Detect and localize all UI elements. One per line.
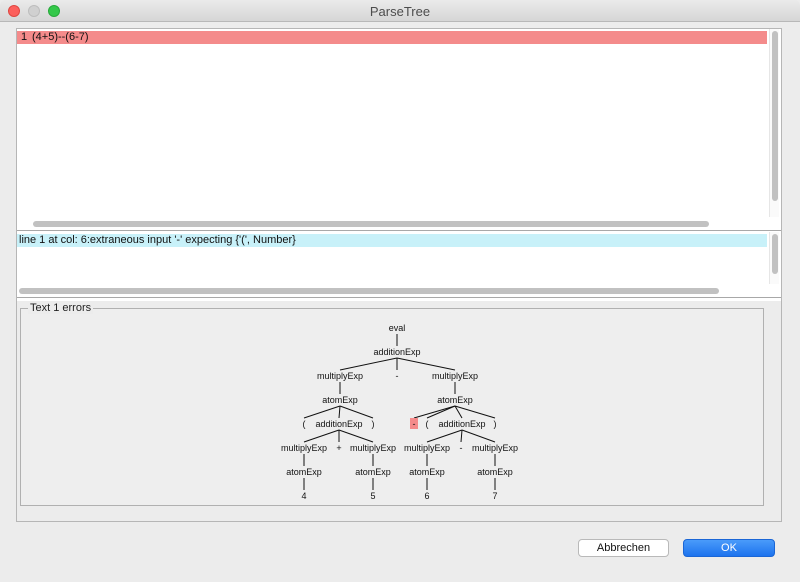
tree-edge — [339, 357, 398, 371]
messages-vertical-scrollbar[interactable] — [769, 232, 779, 284]
tree-node-atom-right: atomExp — [437, 395, 473, 405]
tree-node-add-left: additionExp — [315, 419, 362, 429]
tree-node-mul-rl: multiplyExp — [404, 443, 450, 453]
tree-edge — [338, 405, 341, 419]
tree-node-rp-right: ) — [494, 419, 497, 429]
tree-node-add-top: additionExp — [373, 347, 420, 357]
error-token-node: - — [413, 419, 416, 429]
tree-edge — [426, 405, 456, 419]
line-number: 1 — [21, 31, 28, 43]
messages-vertical-scroll-thumb[interactable] — [772, 234, 778, 274]
tree-node-atom-left: atomExp — [322, 395, 358, 405]
source-editor[interactable]: 1 (4+5)--(6-7) — [17, 29, 781, 231]
tree-node-n5: 5 — [370, 491, 375, 501]
tree-node-mul-left: multiplyExp — [317, 371, 363, 381]
editor-vertical-scroll-thumb[interactable] — [772, 31, 778, 201]
tree-node-lp-left: ( — [303, 419, 306, 429]
title-bar: ParseTree — [0, 0, 800, 22]
tree-node-rp-left: ) — [372, 419, 375, 429]
editor-horizontal-scrollbar[interactable] — [17, 219, 769, 229]
tree-edge — [396, 357, 456, 371]
parse-tree-window: ParseTree 1 (4+5)--(6-7) line 1 at col: … — [0, 0, 800, 582]
tree-node-atom-rl: atomExp — [409, 467, 445, 477]
main-content: 1 (4+5)--(6-7) line 1 at col: 6:extraneo… — [16, 28, 782, 522]
editor-vertical-scrollbar[interactable] — [769, 29, 779, 217]
tree-node-mul-lr: multiplyExp — [350, 443, 396, 453]
tree-edge — [426, 429, 463, 443]
tree-edge — [339, 405, 374, 419]
tree-edge — [413, 405, 456, 419]
tree-edge — [303, 429, 340, 443]
tree-node-add-right: additionExp — [438, 419, 485, 429]
tree-node-minus-inner: - — [460, 443, 463, 453]
parse-tree-panel: Text 1 errors eval additionExp multiplyExp… — [17, 301, 781, 521]
tree-node-n7: 7 — [492, 491, 497, 501]
tree-node-eval: eval — [389, 323, 406, 333]
tree-edge — [461, 429, 496, 443]
tree-node-n4: 4 — [301, 491, 306, 501]
tree-horizontal-scrollbar[interactable] — [17, 512, 781, 522]
ok-button[interactable]: OK — [683, 539, 775, 557]
tree-edge — [338, 429, 374, 443]
messages-horizontal-scrollbar[interactable] — [17, 286, 769, 296]
tree-node-mul-rr: multiplyExp — [472, 443, 518, 453]
tree-node-atom-rr: atomExp — [477, 467, 513, 477]
messages-horizontal-scroll-thumb[interactable] — [19, 288, 719, 294]
source-text[interactable]: (4+5)--(6-7) — [32, 31, 89, 44]
parse-tree-group: Text 1 errors eval additionExp multiplyExp… — [20, 302, 764, 506]
tree-node-atom-ll: atomExp — [286, 467, 322, 477]
tree-node-n6: 6 — [424, 491, 429, 501]
tree-node-atom-lr: atomExp — [355, 467, 391, 477]
tree-edge — [460, 429, 463, 443]
tree-node-mul-right: multiplyExp — [432, 371, 478, 381]
editor-horizontal-scroll-thumb[interactable] — [33, 221, 709, 227]
error-messages-panel[interactable]: line 1 at col: 6:extraneous input '-' ex… — [17, 232, 781, 298]
tree-node-mul-ll: multiplyExp — [281, 443, 327, 453]
tree-node-minus-top: - — [396, 371, 399, 381]
tree-node-plus: + — [336, 443, 341, 453]
tree-edge — [303, 405, 341, 419]
tree-node-lp-right: ( — [426, 419, 429, 429]
error-message[interactable]: line 1 at col: 6:extraneous input '-' ex… — [17, 234, 767, 247]
parse-tree-diagram: evaladditionExpmultiplyExp - multiplyExpat… — [281, 323, 518, 501]
window-title: ParseTree — [369, 4, 431, 19]
error-line[interactable]: 1 (4+5)--(6-7) — [17, 31, 767, 44]
cancel-button[interactable]: Abbrechen — [578, 539, 669, 557]
